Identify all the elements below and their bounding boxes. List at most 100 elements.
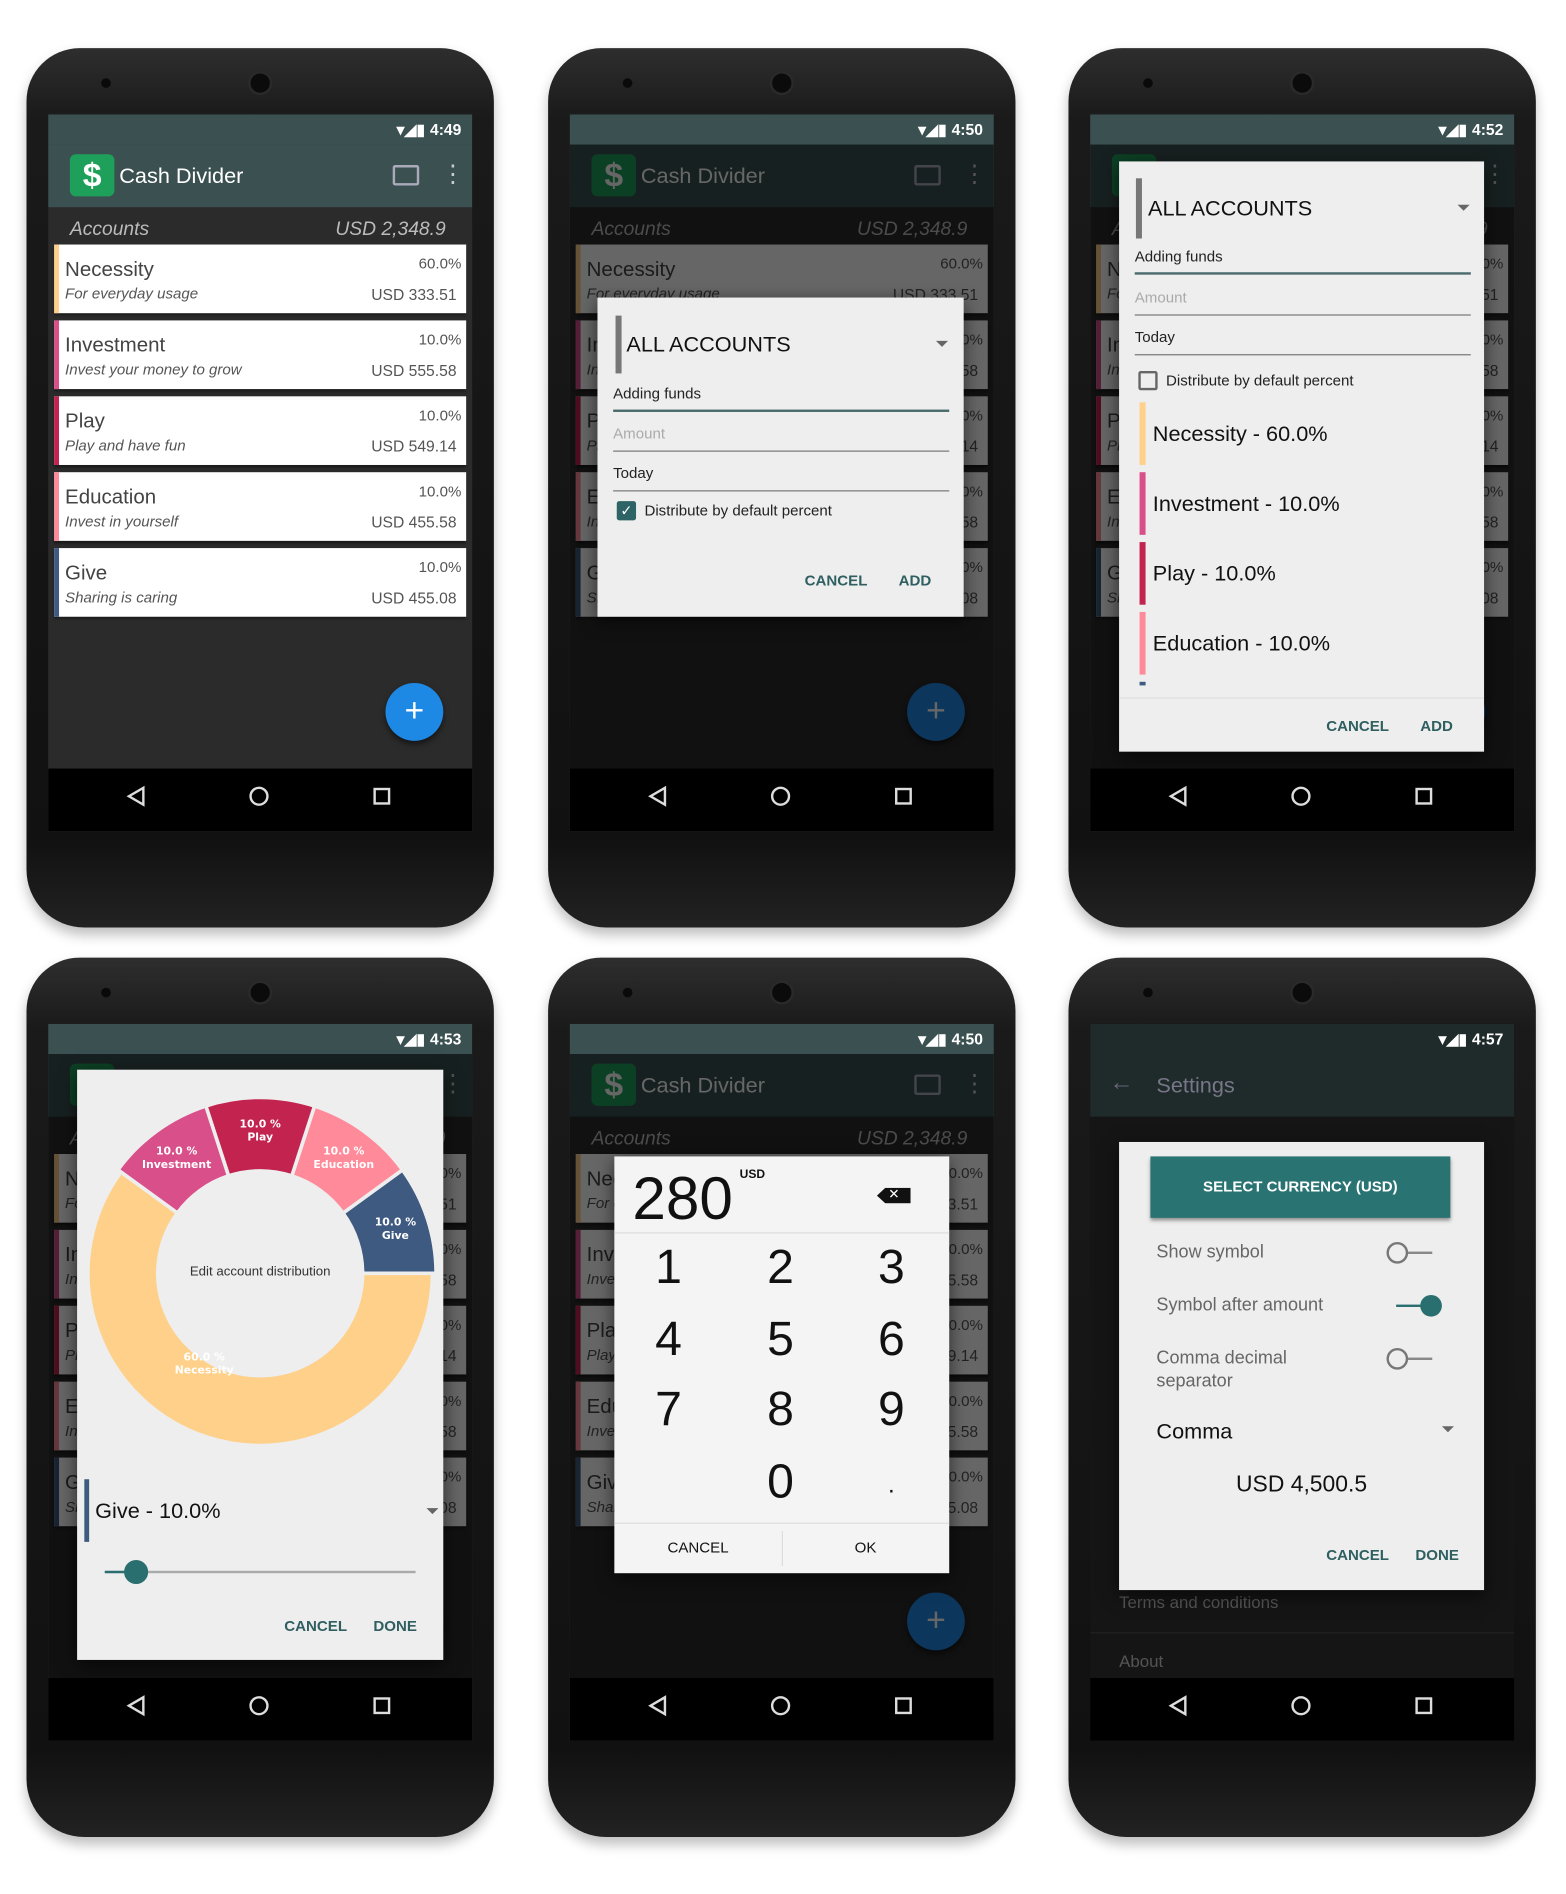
ok-button[interactable]: OK [782,1524,949,1573]
recents-icon[interactable] [367,1695,396,1723]
recents-icon[interactable] [889,1695,918,1723]
recents-icon[interactable] [367,785,396,813]
navigation-bar [1090,1678,1515,1741]
status-time: 4:50 [951,1029,983,1049]
sensor [101,987,111,998]
status-bar: ▾◢▮ 4:52 [1090,114,1515,145]
currency-label: USD [739,1168,766,1182]
date-field[interactable]: Today [1134,329,1471,356]
account-select[interactable]: Give - 10.0% [95,1499,220,1524]
dropdown-arrow-icon[interactable] [1441,1426,1454,1433]
account-description: For everyday usage [65,285,199,303]
keypad-key[interactable]: 1 [632,1241,704,1295]
done-button[interactable]: DONE [1415,1547,1459,1564]
edit-accounts-icon[interactable] [392,165,420,186]
keypad-key[interactable]: 9 [855,1383,927,1437]
distribute-checkbox[interactable]: Distribute by default percent [1138,371,1354,391]
add-funds-button[interactable]: + [385,683,444,741]
back-arrow-icon[interactable]: ← [1109,1070,1133,1098]
account-row-play[interactable]: Play Play and have fun 10.0% USD 549.14 [54,396,467,465]
slider-thumb[interactable] [123,1559,148,1585]
keypad-key[interactable]: . [855,1472,927,1500]
account-select[interactable]: ALL ACCOUNTS [1148,196,1312,221]
home-icon[interactable] [245,1695,274,1723]
keypad-dialog: 280 USD ✕ 123 456 7890. CANCEL OK [614,1156,950,1574]
accounts-total: USD 2,348.9 [335,219,446,240]
keypad-key[interactable]: 3 [855,1241,927,1295]
keypad-key[interactable]: 4 [632,1313,704,1367]
cancel-button[interactable]: CANCEL [1326,1547,1389,1564]
back-icon[interactable] [1164,1695,1193,1723]
account-row-give[interactable]: Give Sharing is caring 10.0% USD 455.08 [54,548,467,617]
back-icon[interactable] [643,1695,672,1723]
cancel-button[interactable]: CANCEL [1326,718,1389,735]
home-icon[interactable] [766,1695,795,1723]
account-row-investment[interactable]: Investment Invest your money to grow 10.0%… [54,320,467,390]
backspace-icon[interactable]: ✕ [876,1187,911,1204]
distribution-item-education[interactable]: Education - 10.0% [1139,611,1330,675]
amount-field[interactable]: Amount [1134,289,1471,316]
date-field[interactable]: Today [613,465,950,492]
back-icon[interactable] [122,785,151,813]
dropdown-arrow-icon[interactable] [426,1508,439,1515]
account-row-education[interactable]: Education Invest in yourself 10.0% USD 455.… [54,472,467,541]
amount-field[interactable]: Amount [613,425,950,452]
distribution-item-play[interactable]: Play - 10.0% [1139,542,1276,605]
done-button[interactable]: DONE [373,1618,417,1635]
sensor [101,78,111,88]
keypad-key[interactable]: 5 [744,1313,816,1367]
home-icon[interactable] [1287,1695,1316,1723]
add-button[interactable]: ADD [1420,718,1453,735]
keypad-key[interactable]: 7 [632,1383,704,1437]
toggle-thumb[interactable] [1420,1294,1442,1317]
home-icon[interactable] [1287,785,1316,813]
app-title: Cash Divider [119,163,244,188]
distribution-item-investment[interactable]: Investment - 10.0% [1139,472,1340,535]
toggle-thumb[interactable] [1386,1241,1409,1264]
recents-icon[interactable] [889,785,918,813]
home-icon[interactable] [245,785,274,813]
cancel-button[interactable]: CANCEL [614,1524,781,1573]
add-button[interactable]: ADD [899,572,932,589]
account-select[interactable]: ALL ACCOUNTS [626,332,790,357]
account-row-necessity[interactable]: Necessity For everyday usage 60.0% USD 333.… [54,244,467,314]
distribute-checkbox[interactable]: ✓ Distribute by default percent [616,501,832,521]
recents-icon[interactable] [1409,785,1438,813]
toggle-thumb[interactable] [1386,1347,1409,1370]
checkbox-unchecked-icon[interactable] [1138,371,1158,391]
symbol-after-toggle[interactable] [1396,1294,1442,1317]
sensor [1143,987,1153,998]
accounts-header: Accounts USD 2,348.9 [70,219,446,241]
home-icon[interactable] [766,785,795,813]
wifi-signal-battery-icons: ▾◢▮ [396,1029,426,1048]
cancel-button[interactable]: CANCEL [805,572,868,589]
about-link[interactable]: About [1119,1652,1163,1671]
account-color-bar [1135,178,1142,239]
select-currency-button[interactable]: SELECT CURRENCY (USD) [1150,1156,1451,1218]
account-percent: 10.0% [418,558,462,576]
divider [614,1232,950,1234]
keypad-key[interactable]: 0 [744,1455,816,1509]
dropdown-arrow-icon[interactable] [1457,204,1470,211]
percent-slider[interactable] [104,1559,416,1585]
description-field[interactable]: Adding funds [613,385,950,412]
recents-icon[interactable] [1409,1695,1438,1723]
cancel-button[interactable]: CANCEL [284,1618,347,1635]
dropdown-arrow-icon[interactable] [935,340,949,347]
terms-link[interactable]: Terms and conditions [1119,1592,1278,1611]
description-field[interactable]: Adding funds [1134,248,1471,275]
comma-decimal-toggle[interactable] [1386,1347,1433,1370]
keypad-key[interactable]: 6 [855,1313,927,1367]
overflow-menu-icon[interactable]: ⋮ [441,163,465,187]
distribution-item-necessity[interactable]: Necessity - 60.0% [1139,402,1328,465]
back-icon[interactable] [1164,785,1193,813]
show-symbol-toggle[interactable] [1386,1241,1433,1264]
keypad-key[interactable]: 2 [744,1241,816,1295]
back-icon[interactable] [643,785,672,813]
checkbox-checked-icon[interactable]: ✓ [616,501,637,521]
separator-select[interactable]: Comma [1156,1419,1232,1444]
account-name: Necessity [65,257,154,281]
back-icon[interactable] [122,1695,151,1723]
keypad-key[interactable]: 8 [744,1383,816,1437]
camera [769,71,794,96]
